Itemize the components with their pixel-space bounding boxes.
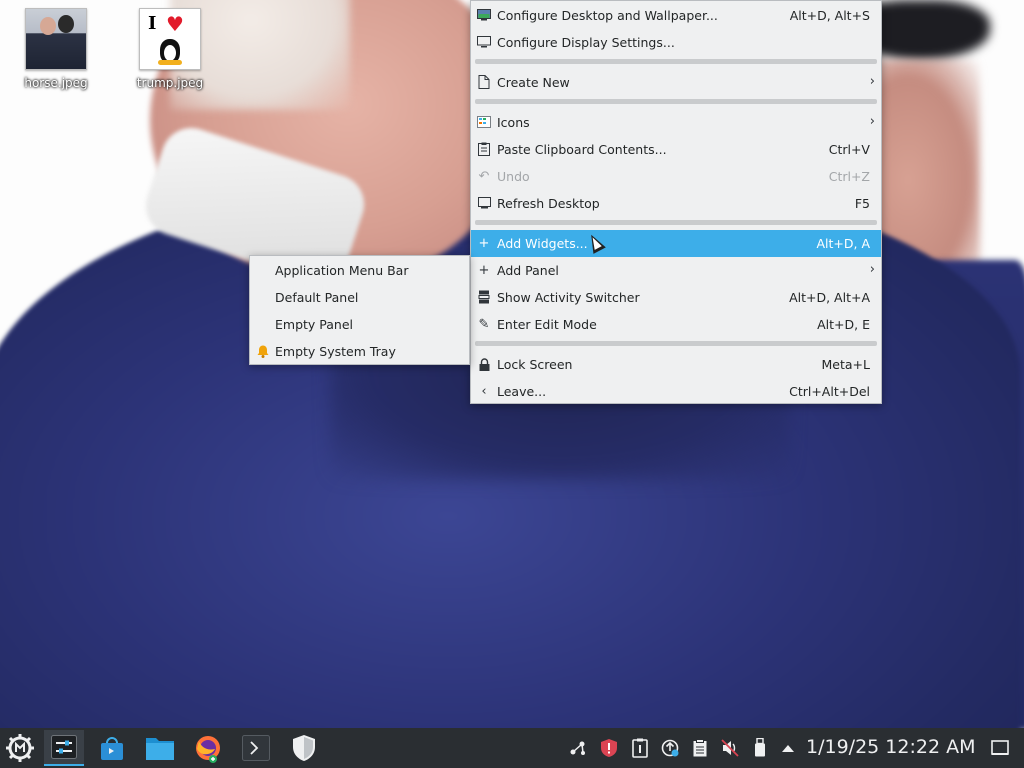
volume-muted-icon[interactable] [720, 738, 740, 758]
bell-icon [256, 344, 270, 358]
menu-item-label: Empty System Tray [275, 344, 396, 359]
menu-item-label: Icons [497, 115, 530, 130]
discover-store-icon [101, 737, 123, 760]
menu-item-add-widgets[interactable]: + Add Widgets... Alt+D, A [471, 230, 881, 257]
plus-icon: + [478, 262, 490, 278]
menu-separator [475, 59, 877, 64]
taskbar-security-shield[interactable] [284, 730, 324, 766]
menu-item-label: Application Menu Bar [275, 263, 409, 278]
menu-item-label: Refresh Desktop [497, 196, 600, 211]
terminal-icon [242, 735, 270, 761]
menu-item-label: Lock Screen [497, 357, 573, 372]
plus-icon: + [478, 235, 490, 251]
lock-icon [477, 357, 491, 371]
taskbar-konsole-terminal[interactable] [236, 730, 276, 766]
menu-item-shortcut: Meta+L [821, 357, 870, 372]
menu-item-shortcut: Alt+D, E [817, 317, 870, 332]
menu-item-paste-clipboard[interactable]: Paste Clipboard Contents... Ctrl+V [471, 136, 881, 163]
updates-icon[interactable] [660, 738, 680, 758]
desktop-icon-label: horse.jpeg [24, 76, 88, 90]
new-document-icon [477, 75, 491, 89]
menu-item-label: Show Activity Switcher [497, 290, 640, 305]
menu-item-label: Empty Panel [275, 317, 354, 332]
desktop-icon-label: trump.jpeg [136, 76, 204, 90]
menu-item-label: Add Widgets... [497, 236, 588, 251]
grid-icon [477, 115, 491, 129]
shield-icon [293, 735, 315, 761]
menu-item-shortcut: Ctrl+Z [828, 169, 870, 184]
menu-item-leave[interactable]: ‹ Leave... Ctrl+Alt+Del [471, 378, 881, 405]
submenu-item-empty-system-tray[interactable]: Empty System Tray [250, 338, 469, 365]
clipboard-info-icon[interactable] [630, 738, 650, 758]
chevron-right-icon: › [869, 114, 875, 129]
firefox-icon [196, 736, 220, 763]
menu-item-label: Create New [497, 75, 570, 90]
menu-item-shortcut: Ctrl+Alt+Del [789, 384, 870, 399]
menu-item-shortcut: Alt+D, A [816, 236, 870, 251]
menu-item-label: Configure Display Settings... [497, 35, 675, 50]
image-thumbnail-icon: I ♥ [139, 8, 201, 70]
menu-item-label: Leave... [497, 384, 547, 399]
add-panel-submenu: Application Menu Bar Default Panel Empty… [249, 255, 470, 365]
usb-device-icon[interactable] [750, 738, 770, 758]
menu-item-configure-desktop[interactable]: Configure Desktop and Wallpaper... Alt+D… [471, 2, 881, 29]
menu-separator [475, 341, 877, 346]
heart-icon: ♥ [166, 12, 184, 36]
menu-separator [475, 220, 877, 225]
show-hidden-icons-arrow[interactable] [778, 738, 798, 758]
taskbar-firefox[interactable] [188, 730, 228, 766]
taskbar-system-settings[interactable] [44, 730, 84, 766]
menu-item-configure-display[interactable]: Configure Display Settings... [471, 29, 881, 56]
menu-item-add-panel[interactable]: + Add Panel › [471, 257, 881, 284]
taskbar-discover[interactable] [92, 730, 132, 766]
undo-icon: ↶ [478, 168, 490, 184]
menu-item-activity-switcher[interactable]: Show Activity Switcher Alt+D, Alt+A [471, 284, 881, 311]
monitor-icon [477, 35, 491, 49]
menu-item-shortcut: F5 [854, 196, 870, 211]
menu-item-refresh-desktop[interactable]: Refresh Desktop F5 [471, 190, 881, 217]
submenu-item-empty-panel[interactable]: Empty Panel [250, 311, 469, 338]
menu-item-label: Undo [497, 169, 530, 184]
menu-item-edit-mode[interactable]: ✎ Enter Edit Mode Alt+D, E [471, 311, 881, 338]
kde-connect-icon[interactable] [568, 738, 588, 758]
desktop-icon-trump[interactable]: I ♥ trump.jpeg [125, 8, 215, 90]
shield-alert-icon[interactable] [599, 738, 619, 758]
desktop-context-menu: Configure Desktop and Wallpaper... Alt+D… [470, 0, 882, 404]
chevron-right-icon: › [869, 74, 875, 89]
digital-clock[interactable]: 1/19/25 12:22 AM [806, 736, 975, 758]
menu-separator [475, 99, 877, 104]
leave-icon: ‹ [481, 383, 487, 399]
taskbar-dolphin-file-manager[interactable] [140, 730, 180, 766]
clipboard-icon [477, 142, 491, 156]
menu-item-icons[interactable]: Icons › [471, 109, 881, 136]
activities-icon [477, 290, 491, 304]
chevron-right-icon: › [869, 262, 875, 277]
settings-sliders-icon [51, 735, 77, 759]
desktop-config-icon [477, 8, 491, 22]
menu-item-label: Enter Edit Mode [497, 317, 597, 332]
pencil-icon: ✎ [478, 316, 490, 332]
submenu-item-application-menu-bar[interactable]: Application Menu Bar [250, 257, 469, 284]
menu-item-lock-screen[interactable]: Lock Screen Meta+L [471, 351, 881, 378]
submenu-item-default-panel[interactable]: Default Panel [250, 284, 469, 311]
menu-item-label: Add Panel [497, 263, 559, 278]
show-desktop-icon[interactable] [990, 738, 1010, 758]
application-launcher-button[interactable] [0, 730, 40, 766]
menu-item-label: Default Panel [275, 290, 359, 305]
menu-item-label: Paste Clipboard Contents... [497, 142, 667, 157]
menu-item-label: Configure Desktop and Wallpaper... [497, 8, 718, 23]
thumbnail-text: I [148, 13, 157, 34]
desktop-icon-horse[interactable]: horse.jpeg [11, 8, 101, 90]
folder-icon [146, 738, 174, 760]
menu-item-create-new[interactable]: Create New › [471, 69, 881, 96]
menu-item-undo[interactable]: ↶ Undo Ctrl+Z [471, 163, 881, 190]
refresh-icon [477, 196, 491, 210]
kde-launcher-icon [6, 734, 34, 762]
image-thumbnail-icon [25, 8, 87, 70]
menu-item-shortcut: Alt+D, Alt+A [789, 290, 870, 305]
menu-item-shortcut: Alt+D, Alt+S [789, 8, 870, 23]
menu-item-shortcut: Ctrl+V [828, 142, 870, 157]
taskbar-panel: 1/19/25 12:22 AM [0, 728, 1024, 768]
clipboard-icon[interactable] [690, 738, 710, 758]
